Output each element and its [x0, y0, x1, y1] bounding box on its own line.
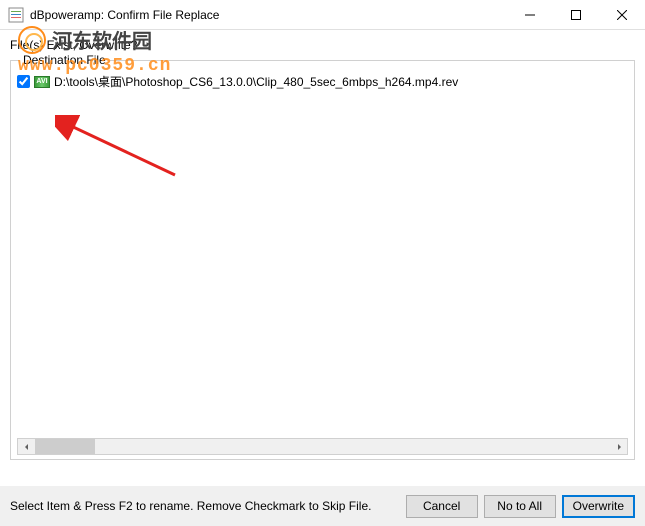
file-path-text: D:\tools\桌面\Photoshop_CS6_13.0.0\Clip_48… [54, 73, 458, 90]
no-to-all-button[interactable]: No to All [484, 495, 556, 518]
cancel-button[interactable]: Cancel [406, 495, 478, 518]
scroll-left-button[interactable] [18, 439, 35, 454]
maximize-button[interactable] [553, 0, 599, 30]
scrollbar-track[interactable] [35, 439, 610, 454]
list-item[interactable]: AVI D:\tools\桌面\Photoshop_CS6_13.0.0\Cli… [17, 71, 628, 92]
content-area: File(s) Exist, Overwrite? Destination Fi… [0, 30, 645, 468]
window-title: dBpoweramp: Confirm File Replace [30, 8, 507, 22]
app-icon [8, 7, 24, 23]
file-checkbox[interactable] [17, 75, 30, 88]
scroll-right-button[interactable] [610, 439, 627, 454]
window-controls [507, 0, 645, 29]
file-list[interactable]: AVI D:\tools\桌面\Photoshop_CS6_13.0.0\Cli… [17, 71, 628, 426]
close-button[interactable] [599, 0, 645, 30]
scrollbar-thumb[interactable] [35, 439, 95, 454]
video-file-icon: AVI [34, 76, 50, 88]
horizontal-scrollbar[interactable] [17, 438, 628, 455]
hint-text: Select Item & Press F2 to rename. Remove… [10, 499, 400, 513]
bottom-bar: Select Item & Press F2 to rename. Remove… [0, 486, 645, 526]
overwrite-button[interactable]: Overwrite [562, 495, 635, 518]
minimize-button[interactable] [507, 0, 553, 30]
destination-file-group: Destination File AVI D:\tools\桌面\Photosh… [10, 60, 635, 460]
group-label: Destination File [19, 53, 110, 67]
titlebar: dBpoweramp: Confirm File Replace [0, 0, 645, 30]
prompt-text: File(s) Exist, Overwrite? [10, 38, 635, 52]
